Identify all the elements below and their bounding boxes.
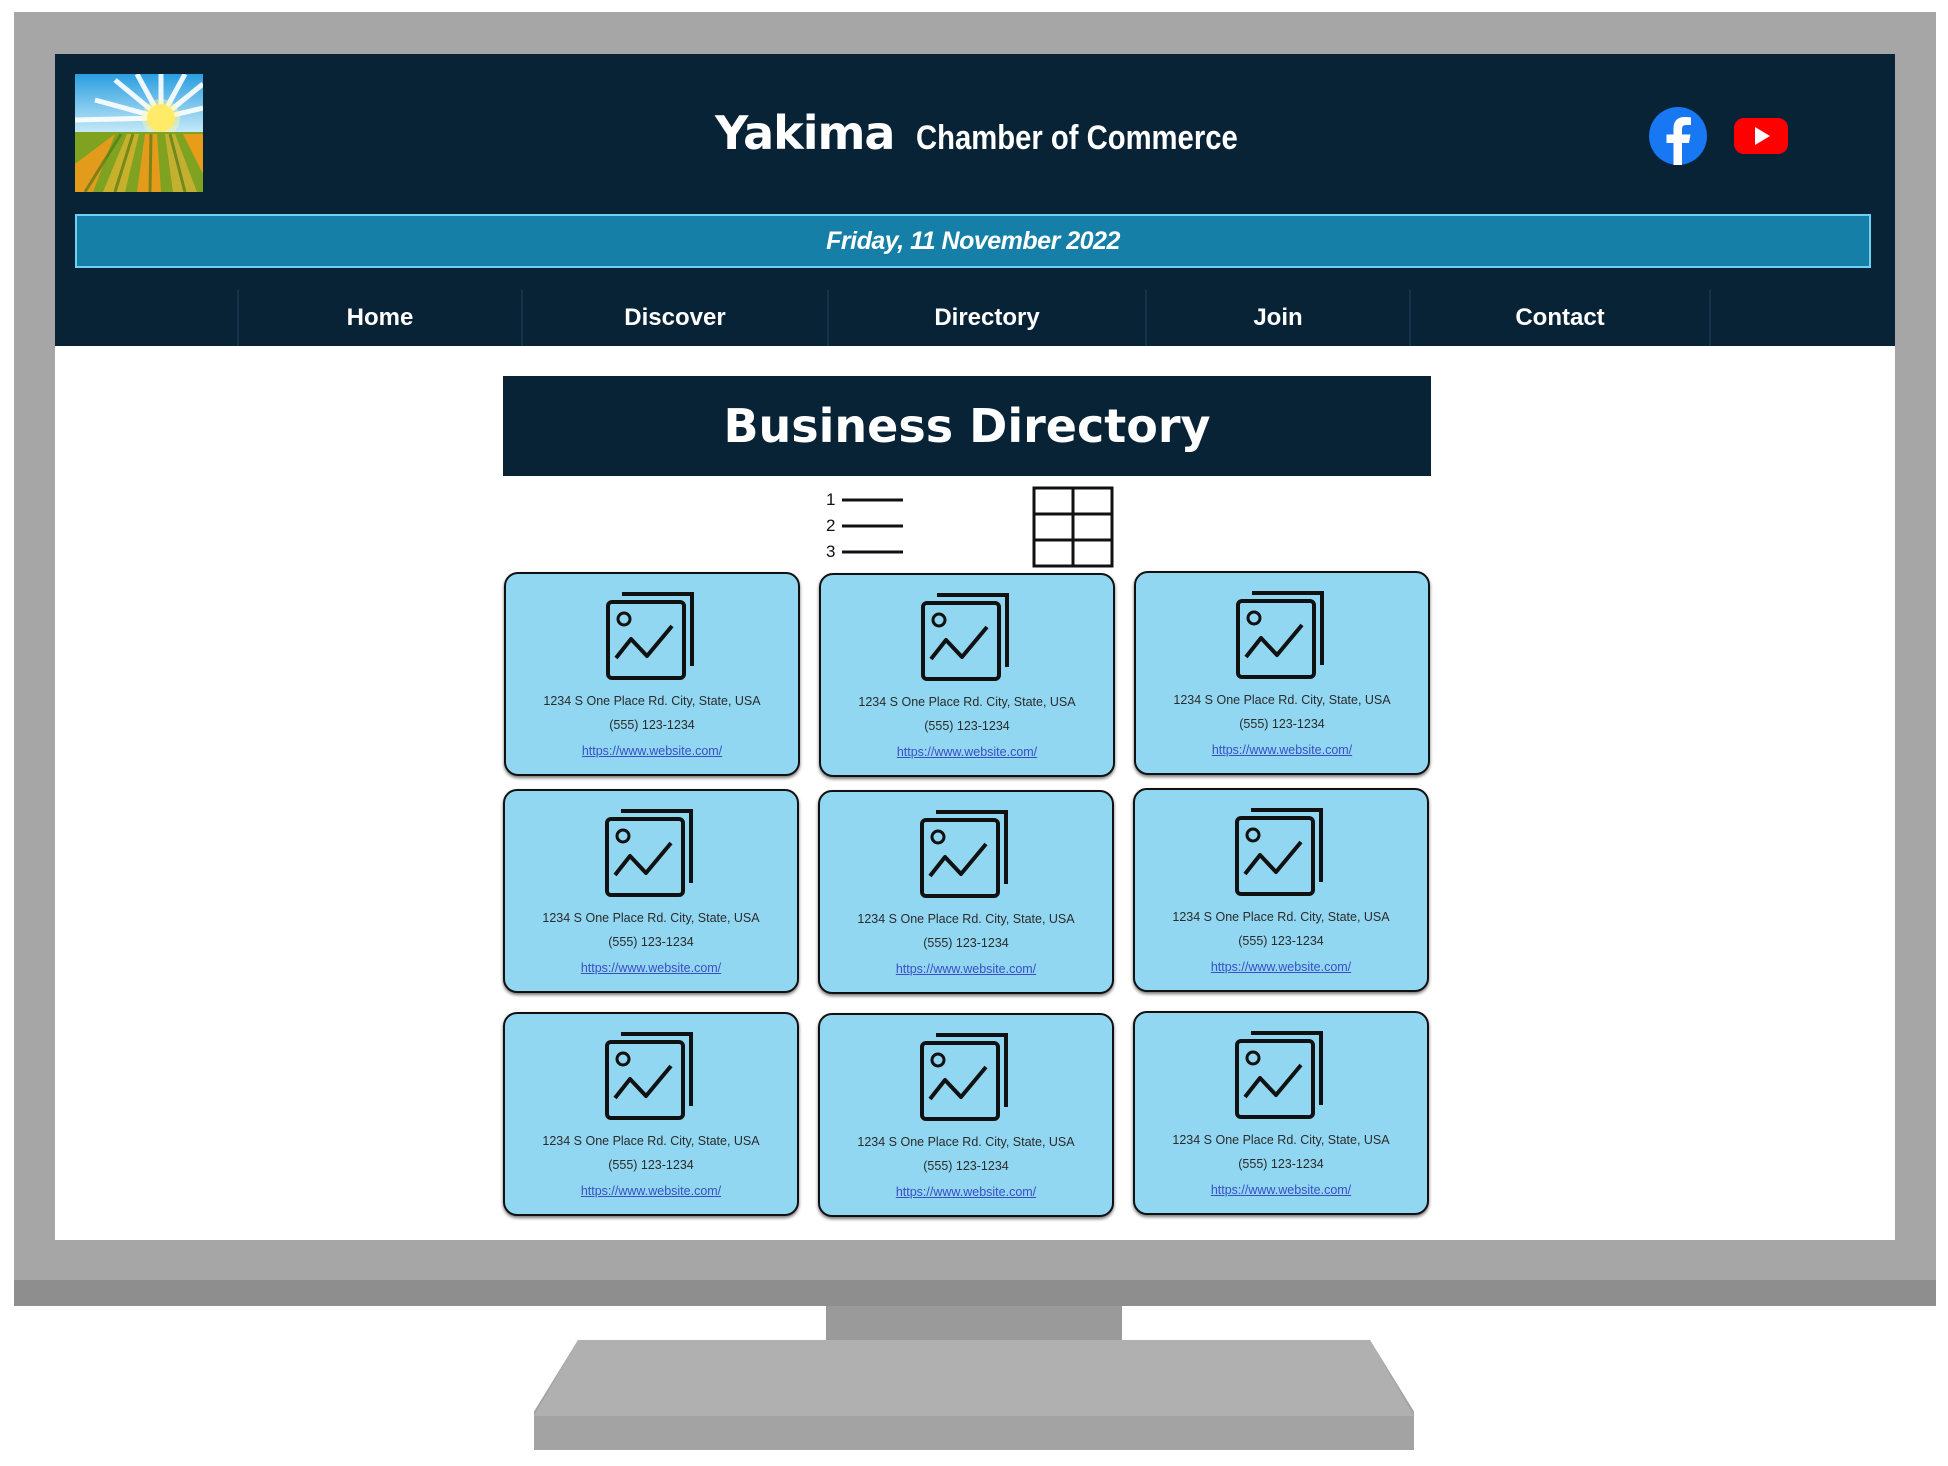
business-address: 1234 S One Place Rd. City, State, USA	[543, 694, 761, 708]
browser-screen: Yakima Chamber of Commerce Friday, 11 Nov…	[55, 54, 1895, 1240]
numbered-list-icon[interactable]: 1 2 3	[826, 485, 906, 565]
nav-item-discover[interactable]: Discover	[521, 290, 827, 346]
business-phone: (555) 123-1234	[608, 935, 694, 949]
youtube-icon[interactable]	[1733, 106, 1789, 166]
image-placeholder-icon	[605, 1032, 693, 1120]
image-placeholder-icon	[1235, 808, 1323, 896]
business-address: 1234 S One Place Rd. City, State, USA	[1172, 910, 1390, 924]
grid-view-icon[interactable]	[1032, 486, 1114, 568]
business-website-link[interactable]: https://www.website.com/	[506, 744, 798, 758]
site-org-name: Chamber of Commerce	[916, 119, 1239, 157]
list-number-3: 3	[826, 542, 835, 561]
image-placeholder-icon	[921, 593, 1009, 681]
business-website-link[interactable]: https://www.website.com/	[1135, 960, 1427, 974]
business-address: 1234 S One Place Rd. City, State, USA	[1173, 693, 1391, 707]
site-title: Yakima Chamber of Commerce	[715, 106, 1291, 160]
business-website-link[interactable]: https://www.website.com/	[820, 962, 1112, 976]
business-phone: (555) 123-1234	[923, 936, 1009, 950]
business-address: 1234 S One Place Rd. City, State, USA	[857, 1135, 1075, 1149]
image-placeholder-icon	[920, 810, 1008, 898]
business-phone: (555) 123-1234	[923, 1159, 1009, 1173]
business-address: 1234 S One Place Rd. City, State, USA	[542, 911, 760, 925]
business-card[interactable]: 1234 S One Place Rd. City, State, USA (5…	[818, 1013, 1114, 1217]
business-card[interactable]: 1234 S One Place Rd. City, State, USA (5…	[504, 572, 800, 776]
business-address: 1234 S One Place Rd. City, State, USA	[542, 1134, 760, 1148]
image-placeholder-icon	[606, 592, 694, 680]
business-website-link[interactable]: https://www.website.com/	[505, 1184, 797, 1198]
image-placeholder-icon	[920, 1033, 1008, 1121]
business-phone: (555) 123-1234	[1239, 717, 1325, 731]
nav-item-contact[interactable]: Contact	[1409, 290, 1711, 346]
nav-item-home[interactable]: Home	[237, 290, 521, 346]
monitor-chin	[14, 1280, 1936, 1306]
facebook-icon[interactable]	[1647, 106, 1709, 166]
business-phone: (555) 123-1234	[609, 718, 695, 732]
business-card[interactable]: 1234 S One Place Rd. City, State, USA (5…	[1134, 571, 1430, 775]
business-card[interactable]: 1234 S One Place Rd. City, State, USA (5…	[819, 573, 1115, 777]
business-card[interactable]: 1234 S One Place Rd. City, State, USA (5…	[503, 1012, 799, 1216]
business-address: 1234 S One Place Rd. City, State, USA	[857, 912, 1075, 926]
business-phone: (555) 123-1234	[1238, 934, 1324, 948]
business-website-link[interactable]: https://www.website.com/	[1135, 1183, 1427, 1197]
site-city-name: Yakima	[715, 106, 895, 160]
page-title: Business Directory	[503, 376, 1431, 476]
business-card[interactable]: 1234 S One Place Rd. City, State, USA (5…	[1133, 788, 1429, 992]
list-number-1: 1	[826, 490, 835, 509]
image-placeholder-icon	[1236, 591, 1324, 679]
list-number-2: 2	[826, 516, 835, 535]
business-website-link[interactable]: https://www.website.com/	[1136, 743, 1428, 757]
main-nav: Home Discover Directory Join Contact	[237, 290, 1711, 346]
business-card[interactable]: 1234 S One Place Rd. City, State, USA (5…	[818, 790, 1114, 994]
site-header: Yakima Chamber of Commerce Friday, 11 Nov…	[55, 54, 1895, 346]
business-card[interactable]: 1234 S One Place Rd. City, State, USA (5…	[503, 789, 799, 993]
business-phone: (555) 123-1234	[1238, 1157, 1324, 1171]
business-website-link[interactable]: https://www.website.com/	[820, 1185, 1112, 1199]
nav-item-join[interactable]: Join	[1145, 290, 1409, 346]
business-card[interactable]: 1234 S One Place Rd. City, State, USA (5…	[1133, 1011, 1429, 1215]
sunrise-field-logo[interactable]	[75, 74, 203, 192]
business-phone: (555) 123-1234	[924, 719, 1010, 733]
image-placeholder-icon	[605, 809, 693, 897]
monitor-stand-base-top	[534, 1340, 1414, 1416]
current-date-bar: Friday, 11 November 2022	[75, 214, 1871, 268]
image-placeholder-icon	[1235, 1031, 1323, 1119]
business-phone: (555) 123-1234	[608, 1158, 694, 1172]
business-website-link[interactable]: https://www.website.com/	[505, 961, 797, 975]
business-address: 1234 S One Place Rd. City, State, USA	[858, 695, 1076, 709]
business-website-link[interactable]: https://www.website.com/	[821, 745, 1113, 759]
business-address: 1234 S One Place Rd. City, State, USA	[1172, 1133, 1390, 1147]
nav-item-directory[interactable]: Directory	[827, 290, 1145, 346]
